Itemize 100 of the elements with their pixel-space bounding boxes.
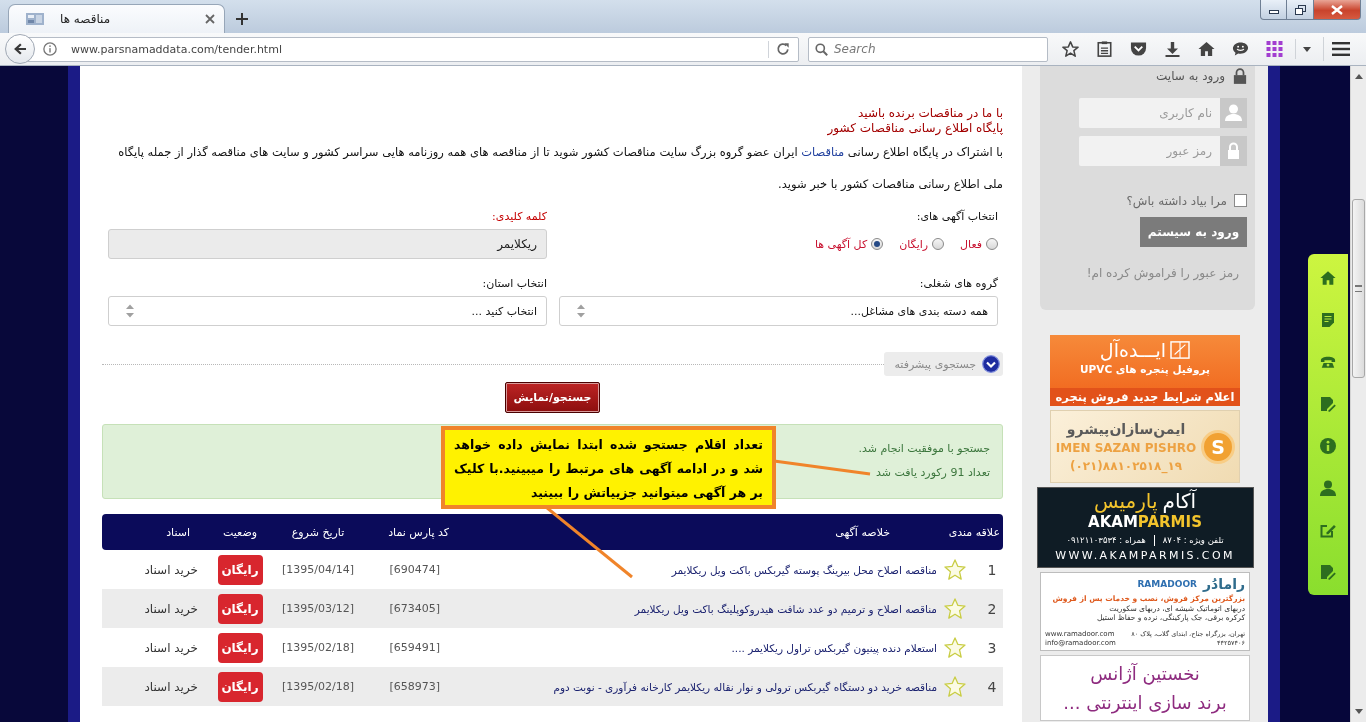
column-header: خلاصه آگهی	[835, 525, 890, 539]
home-icon[interactable]	[1197, 41, 1215, 57]
buy-documents-link[interactable]: خرید اسناد	[144, 640, 198, 655]
minimize-icon	[1268, 10, 1279, 14]
column-header: وضعیت	[222, 525, 258, 539]
radio-button[interactable]	[932, 238, 945, 250]
status-badge: رایگان	[217, 671, 263, 702]
search-field[interactable]: Search	[808, 36, 1048, 62]
tender-link[interactable]: مناقصه اصلاح و ترمیم دو عدد شافت هیدروکوپلینگ باکت ویل ریکلایمر	[634, 602, 937, 615]
browser-tab[interactable]: مناقصه ها	[8, 4, 225, 33]
restore-icon	[1294, 4, 1306, 15]
back-button[interactable]	[5, 34, 35, 64]
brand-name-latin: AKAMPARMIS	[1088, 514, 1202, 531]
table-cell: [659491]	[389, 641, 440, 654]
caret-icon[interactable]	[1302, 46, 1311, 52]
field-label: کلمه کلیدی:	[492, 210, 547, 224]
chat-icon[interactable]	[1231, 41, 1249, 57]
tender-link[interactable]: مناقصه اصلاح محل بیرینگ پوسته گیربکس باکت ویل ریکلایمر	[671, 563, 937, 576]
info-icon[interactable]	[43, 42, 57, 56]
result-count: تعداد 91 رکورد یافت شد	[876, 465, 990, 481]
user-icon[interactable]	[1320, 480, 1336, 496]
brand-name: پارمیس	[1093, 489, 1158, 514]
ad-slogan: اعلام شرایط جدید فروش پنجره	[1050, 388, 1240, 406]
row-number: 4	[986, 678, 997, 695]
brand-name-latin: IMEN SAZAN PISHRO	[1055, 439, 1197, 457]
login-title: ورود به سایت	[1156, 69, 1225, 83]
password-field[interactable]: رمز عبور	[1079, 136, 1220, 166]
pencil-document-icon[interactable]	[1320, 564, 1336, 580]
field-label: انتخاب استان:	[482, 277, 547, 291]
up-down-arrows-icon	[126, 304, 134, 318]
chevron-down-icon[interactable]	[982, 355, 1000, 373]
brand-name-latin: RAMADOOR	[1137, 578, 1197, 590]
menu-icon[interactable]	[1331, 42, 1350, 56]
arrow-up-icon[interactable]	[1354, 74, 1363, 79]
edit-icon[interactable]	[1320, 522, 1336, 538]
login-button[interactable]: ورود به سیستم	[1140, 217, 1247, 247]
lock-icon	[1220, 136, 1247, 166]
ad-banner[interactable]	[1040, 572, 1250, 651]
column-header: علاقه مندی	[948, 525, 1000, 539]
restore-button[interactable]	[1287, 0, 1314, 20]
scrollbar[interactable]	[1350, 66, 1366, 722]
table-cell: [658973]	[389, 680, 440, 693]
field-label: گروه های شغلی:	[919, 277, 998, 291]
reload-icon[interactable]	[776, 42, 790, 56]
checkbox[interactable]	[1234, 194, 1247, 207]
grid-icon[interactable]	[1265, 41, 1283, 57]
minimize-button[interactable]	[1260, 0, 1287, 20]
heading: پایگاه اطلاع رسانی مناقصات کشور	[827, 121, 1003, 136]
intro-paragraph: با اشتراک در پایگاه اطلاع رسانی مناقصات ایران عضو گروه بزرگ سایت مناقصات کشور شوید تا از مناقصه های همه روزنامه هایی سراسر کشور و سایت های مناقصه گذار از جمله پایگاه ملی اطلاع رسانی مناقصات کشور با خبر شوید.	[117, 144, 1003, 193]
favicon-icon	[26, 13, 44, 25]
star-icon[interactable]	[1061, 41, 1079, 57]
radio-label[interactable]: رایگان	[899, 237, 929, 251]
info-icon[interactable]	[1320, 438, 1336, 454]
arrow-left-icon	[13, 43, 27, 55]
lock-icon	[1233, 68, 1247, 84]
status-badge: رایگان	[217, 554, 263, 585]
buy-documents-link[interactable]: خرید اسناد	[144, 601, 198, 616]
select-field[interactable]: همه دسته بندی های مشاغل...	[559, 296, 998, 326]
ad-text: نخستین آژانس	[1090, 662, 1200, 687]
tender-link[interactable]: استعلام دنده پینیون گیربکس تراول ریکلایمر ....	[731, 641, 937, 654]
close-icon[interactable]	[205, 14, 215, 24]
scrollbar-thumb[interactable]	[1352, 199, 1365, 378]
table-cell: [1395/04/14]	[282, 563, 354, 576]
radio-button[interactable]	[871, 238, 884, 250]
brand-name: رامادُر	[1202, 575, 1245, 593]
arrow-down-icon[interactable]	[1354, 709, 1363, 714]
up-down-arrows-icon	[577, 304, 585, 318]
close-icon	[1331, 4, 1343, 15]
select-field[interactable]: انتخاب کنید ...	[108, 296, 547, 326]
radio-label[interactable]: کل آگهی ها	[814, 237, 868, 251]
checkbox-label[interactable]: مرا بیاد داشته باش؟	[1126, 193, 1227, 208]
ad-banner[interactable]: نخستین آژانس برند سازی اینترنتی ...	[1040, 655, 1250, 721]
column-header: تاریخ شروع	[291, 525, 345, 539]
pencil-document-icon[interactable]	[1320, 396, 1336, 412]
column-header: اسناد	[166, 525, 190, 539]
document-icon[interactable]	[1320, 312, 1336, 328]
user-icon	[1220, 98, 1247, 128]
shield-icon[interactable]	[1129, 41, 1147, 57]
home-icon[interactable]	[1320, 270, 1336, 286]
status-message: جستجو با موفقیت انجام شد.	[858, 441, 990, 457]
radio-label[interactable]: فعال	[960, 237, 982, 251]
address-bar[interactable]: www.parsnamaddata.com/tender.html	[27, 36, 799, 62]
ad-banner[interactable]: ایـــده‌آل پروفیل پنجره های UPVC اعلام شرایط جدید فروش پنجره	[1050, 335, 1240, 406]
radio-button[interactable]	[986, 238, 998, 250]
ad-text: برند سازی اینترنتی ...	[1063, 691, 1227, 716]
search-button[interactable]: جستجو/نمایش	[505, 382, 600, 413]
brand-name: ایمن‌سازان‌پیشرو	[1066, 419, 1186, 439]
tender-link[interactable]: مناقصه خرید دو دستگاه گیربکس ترولی و نوار نقاله ریکلایمر کارخانه فرآوری - نوبت دوم	[553, 680, 937, 693]
phone-icon[interactable]	[1320, 354, 1336, 370]
plus-icon[interactable]	[236, 13, 248, 25]
heading: با ما در مناقصات برنده باشید	[858, 106, 1003, 121]
download-icon[interactable]	[1163, 41, 1181, 57]
username-field[interactable]: نام کاربری	[1079, 98, 1220, 128]
row-number: 3	[986, 639, 997, 656]
buy-documents-link[interactable]: خرید اسناد	[144, 679, 198, 694]
clipboard-icon[interactable]	[1095, 41, 1113, 57]
keyword-field[interactable]: ریکلایمر	[108, 229, 547, 259]
link[interactable]: مناقصات	[801, 145, 845, 159]
close-button[interactable]	[1314, 0, 1361, 20]
buy-documents-link[interactable]: خرید اسناد	[144, 562, 198, 577]
